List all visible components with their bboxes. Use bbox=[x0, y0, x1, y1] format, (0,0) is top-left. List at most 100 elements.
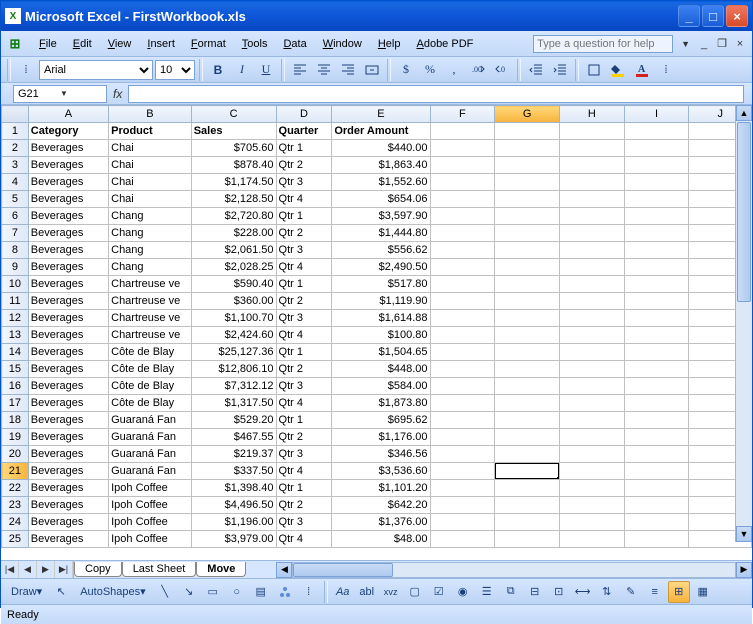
cell-H18[interactable] bbox=[559, 412, 624, 429]
cell-I7[interactable] bbox=[624, 225, 689, 242]
run-dialog-button[interactable]: ▦ bbox=[692, 581, 714, 603]
checkbox-tool[interactable]: ☑ bbox=[428, 581, 450, 603]
row-header-2[interactable]: 2 bbox=[2, 140, 29, 157]
row-header-13[interactable]: 13 bbox=[2, 327, 29, 344]
cell-A21[interactable]: Beverages bbox=[28, 463, 108, 480]
cell-F25[interactable] bbox=[430, 531, 495, 548]
menu-adobe-pdf[interactable]: Adobe PDF bbox=[408, 35, 481, 53]
cell-I3[interactable] bbox=[624, 157, 689, 174]
cell-H22[interactable] bbox=[559, 480, 624, 497]
code-button[interactable]: ≡ bbox=[644, 581, 666, 603]
doc-close-button[interactable]: × bbox=[732, 37, 748, 51]
insert-diagram-button[interactable] bbox=[274, 581, 296, 603]
cell-F19[interactable] bbox=[430, 429, 495, 446]
cell-F20[interactable] bbox=[430, 446, 495, 463]
cell-D17[interactable]: Qtr 4 bbox=[276, 395, 332, 412]
cell-B14[interactable]: Côte de Blay bbox=[109, 344, 192, 361]
cell-D25[interactable]: Qtr 4 bbox=[276, 531, 332, 548]
toolbar-more-icon[interactable]: ⁞ bbox=[655, 59, 677, 81]
close-button[interactable]: × bbox=[726, 5, 748, 27]
cell-D15[interactable]: Qtr 2 bbox=[276, 361, 332, 378]
cell-A17[interactable]: Beverages bbox=[28, 395, 108, 412]
select-all-corner[interactable] bbox=[2, 106, 29, 123]
cell-H25[interactable] bbox=[559, 531, 624, 548]
cell-D9[interactable]: Qtr 4 bbox=[276, 259, 332, 276]
cell-A25[interactable]: Beverages bbox=[28, 531, 108, 548]
col-header-A[interactable]: A bbox=[28, 106, 108, 123]
cell-A18[interactable]: Beverages bbox=[28, 412, 108, 429]
cell-E5[interactable]: $654.06 bbox=[332, 191, 430, 208]
cell-D11[interactable]: Qtr 2 bbox=[276, 293, 332, 310]
cell-D18[interactable]: Qtr 1 bbox=[276, 412, 332, 429]
cell-H1[interactable] bbox=[559, 123, 624, 140]
cell-C15[interactable]: $12,806.10 bbox=[191, 361, 276, 378]
rectangle-tool-button[interactable]: ▭ bbox=[202, 581, 224, 603]
menu-edit[interactable]: Edit bbox=[65, 35, 100, 53]
cell-A19[interactable]: Beverages bbox=[28, 429, 108, 446]
increase-indent-button[interactable] bbox=[549, 59, 571, 81]
cell-A24[interactable]: Beverages bbox=[28, 514, 108, 531]
italic-button[interactable]: I bbox=[231, 59, 253, 81]
cell-H13[interactable] bbox=[559, 327, 624, 344]
cell-E6[interactable]: $3,597.90 bbox=[332, 208, 430, 225]
row-header-5[interactable]: 5 bbox=[2, 191, 29, 208]
cell-H2[interactable] bbox=[559, 140, 624, 157]
cell-B7[interactable]: Chang bbox=[109, 225, 192, 242]
cell-F17[interactable] bbox=[430, 395, 495, 412]
cell-I12[interactable] bbox=[624, 310, 689, 327]
cell-D6[interactable]: Qtr 1 bbox=[276, 208, 332, 225]
cell-B4[interactable]: Chai bbox=[109, 174, 192, 191]
cell-E4[interactable]: $1,552.60 bbox=[332, 174, 430, 191]
align-left-button[interactable] bbox=[289, 59, 311, 81]
bold-button[interactable]: B bbox=[207, 59, 229, 81]
cell-C25[interactable]: $3,979.00 bbox=[191, 531, 276, 548]
row-header-16[interactable]: 16 bbox=[2, 378, 29, 395]
cell-F9[interactable] bbox=[430, 259, 495, 276]
cell-C24[interactable]: $1,196.00 bbox=[191, 514, 276, 531]
cell-E23[interactable]: $642.20 bbox=[332, 497, 430, 514]
cell-B5[interactable]: Chai bbox=[109, 191, 192, 208]
font-size-select[interactable]: 10 bbox=[155, 60, 195, 80]
cell-C16[interactable]: $7,312.12 bbox=[191, 378, 276, 395]
cell-I19[interactable] bbox=[624, 429, 689, 446]
cell-G12[interactable] bbox=[495, 310, 560, 327]
cell-D12[interactable]: Qtr 3 bbox=[276, 310, 332, 327]
cell-F11[interactable] bbox=[430, 293, 495, 310]
cell-I14[interactable] bbox=[624, 344, 689, 361]
menu-window[interactable]: Window bbox=[315, 35, 370, 53]
cell-G13[interactable] bbox=[495, 327, 560, 344]
cell-I15[interactable] bbox=[624, 361, 689, 378]
cell-B16[interactable]: Côte de Blay bbox=[109, 378, 192, 395]
cell-E8[interactable]: $556.62 bbox=[332, 242, 430, 259]
col-header-H[interactable]: H bbox=[559, 106, 624, 123]
cell-B10[interactable]: Chartreuse ve bbox=[109, 276, 192, 293]
autoshapes-button[interactable]: AutoShapes ▾ bbox=[74, 581, 151, 603]
cell-D19[interactable]: Qtr 2 bbox=[276, 429, 332, 446]
decrease-decimal-button[interactable]: .0 bbox=[491, 59, 513, 81]
cell-H11[interactable] bbox=[559, 293, 624, 310]
cell-B1[interactable]: Product bbox=[109, 123, 192, 140]
cell-E19[interactable]: $1,176.00 bbox=[332, 429, 430, 446]
cell-C2[interactable]: $705.60 bbox=[191, 140, 276, 157]
cell-D7[interactable]: Qtr 2 bbox=[276, 225, 332, 242]
cell-F7[interactable] bbox=[430, 225, 495, 242]
cell-G22[interactable] bbox=[495, 480, 560, 497]
cell-G4[interactable] bbox=[495, 174, 560, 191]
cell-A1[interactable]: Category bbox=[28, 123, 108, 140]
merge-center-button[interactable] bbox=[361, 59, 383, 81]
cell-B19[interactable]: Guaraná Fan bbox=[109, 429, 192, 446]
cell-E1[interactable]: Order Amount bbox=[332, 123, 430, 140]
cell-B3[interactable]: Chai bbox=[109, 157, 192, 174]
align-right-button[interactable] bbox=[337, 59, 359, 81]
font-name-select[interactable]: Arial bbox=[39, 60, 153, 80]
cell-A9[interactable]: Beverages bbox=[28, 259, 108, 276]
cell-D8[interactable]: Qtr 3 bbox=[276, 242, 332, 259]
col-header-D[interactable]: D bbox=[276, 106, 332, 123]
menu-tools[interactable]: Tools bbox=[234, 35, 276, 53]
cell-E25[interactable]: $48.00 bbox=[332, 531, 430, 548]
cell-B21[interactable]: Guaraná Fan bbox=[109, 463, 192, 480]
fill-color-button[interactable] bbox=[607, 59, 629, 81]
col-header-G[interactable]: G bbox=[495, 106, 560, 123]
tab-nav-last-button[interactable]: ▶| bbox=[55, 561, 73, 578]
cell-B25[interactable]: Ipoh Coffee bbox=[109, 531, 192, 548]
